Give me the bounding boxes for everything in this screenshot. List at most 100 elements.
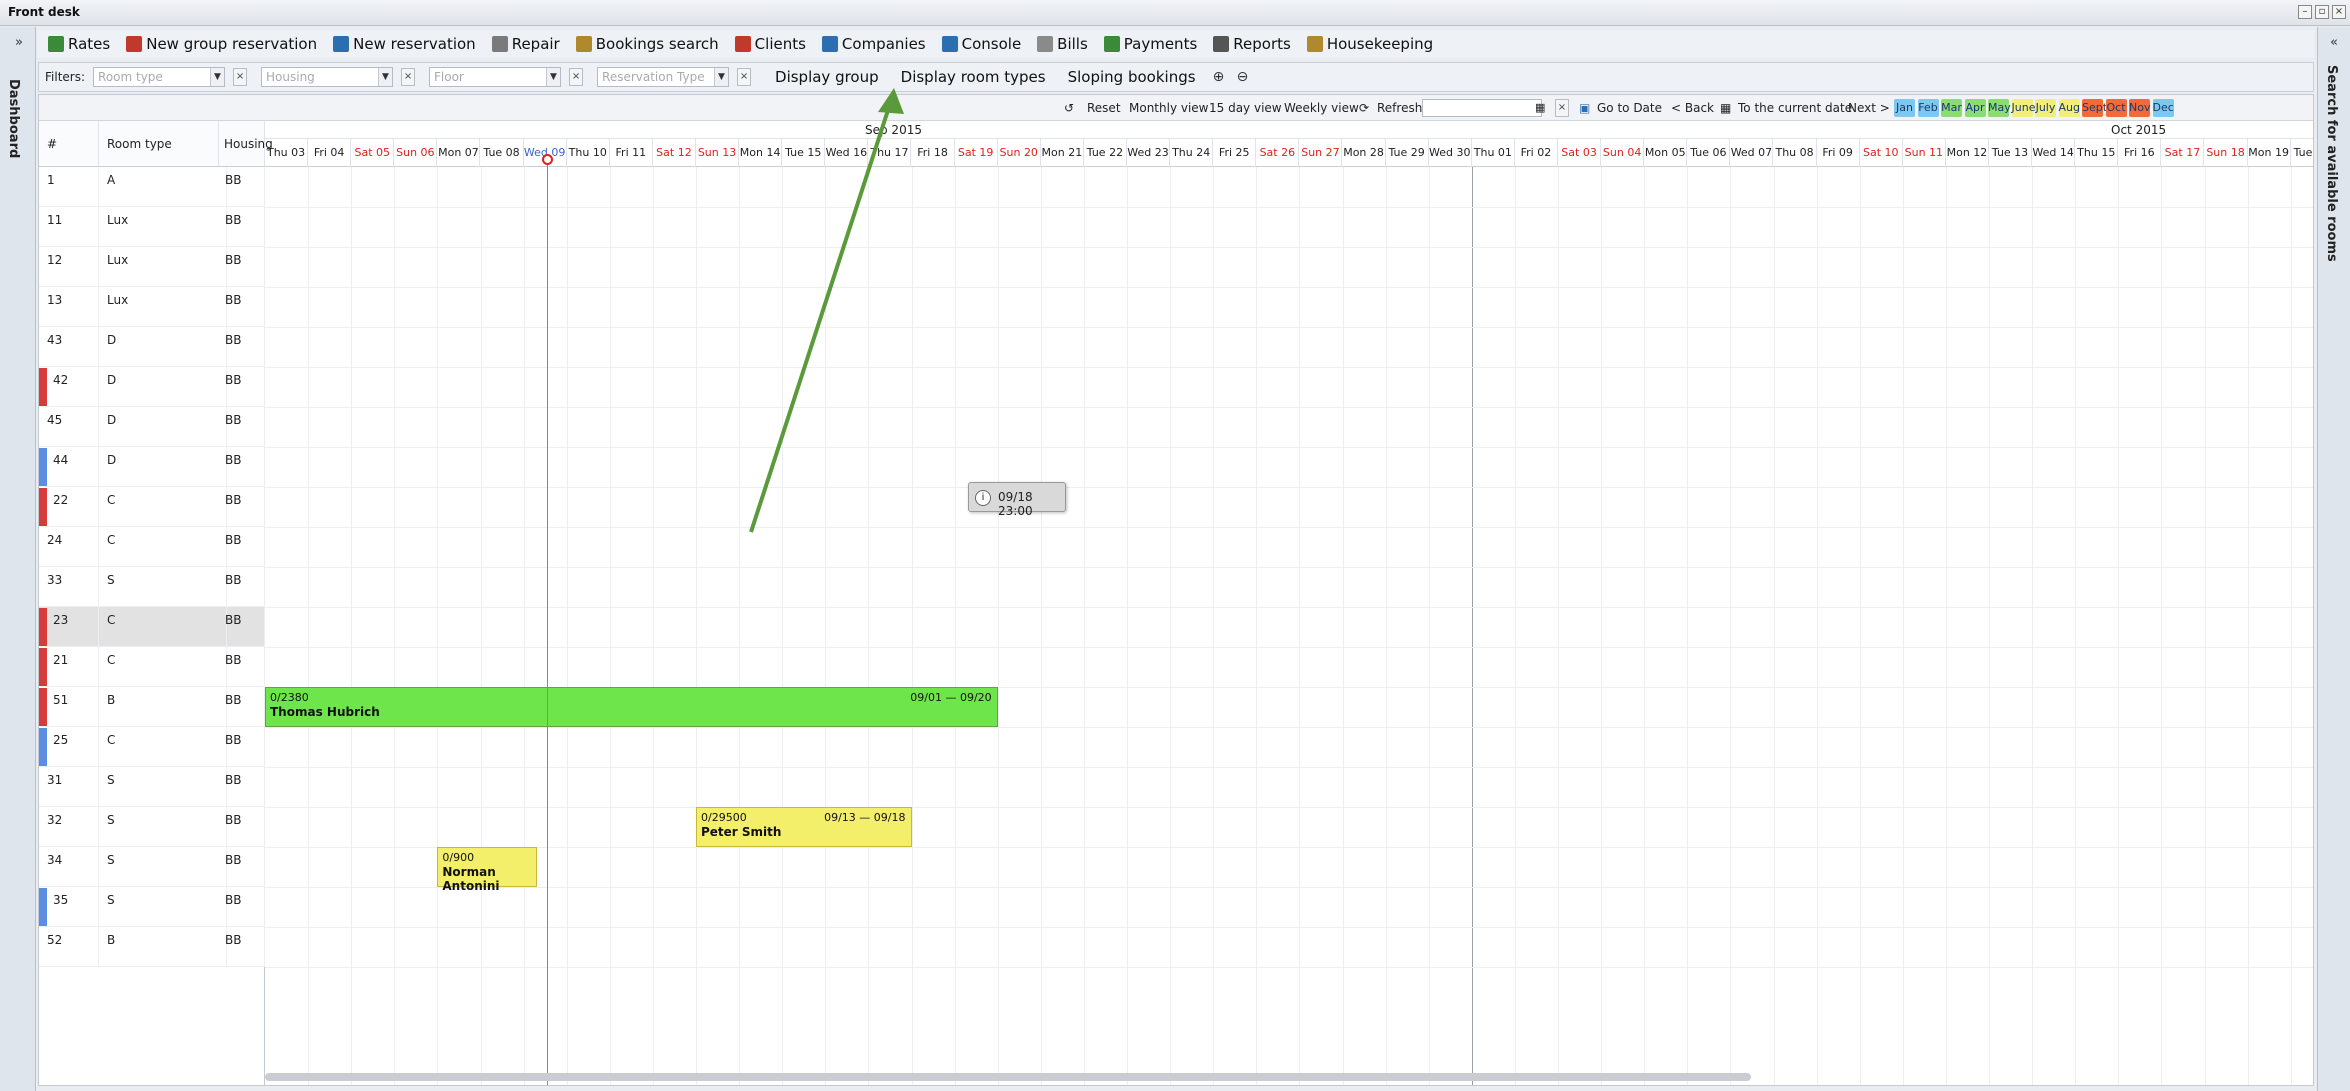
monthly-view-button[interactable]: Monthly view — [1129, 99, 1209, 117]
room-row[interactable]: 21 C BB — [39, 647, 265, 687]
clear-housing-icon[interactable]: × — [401, 68, 416, 86]
month-button-may[interactable]: May — [1988, 99, 2011, 117]
chevron-down-icon[interactable]: ▼ — [714, 68, 729, 86]
tooltip-text: 09/18 23:00 — [998, 490, 1033, 518]
room-row[interactable]: 43 D BB — [39, 327, 265, 367]
room-row[interactable]: 13 Lux BB — [39, 287, 265, 327]
month-button-jan[interactable]: Jan — [1894, 99, 1915, 117]
refresh-icon[interactable]: ⟳ — [1359, 99, 1369, 117]
chevron-down-icon[interactable]: ▼ — [378, 68, 393, 86]
zoom-out-icon[interactable]: ⊖ — [1234, 68, 1252, 86]
clear-date-icon[interactable]: × — [1555, 99, 1569, 117]
grid-column-line — [1170, 167, 1172, 1085]
clear-reservation-type-icon[interactable]: × — [737, 68, 752, 86]
expand-icon[interactable]: « — [2326, 35, 2342, 51]
clear-floor-icon[interactable]: × — [569, 68, 584, 86]
month-button-nov[interactable]: Nov — [2129, 99, 2150, 117]
grid-row-line — [265, 887, 2313, 888]
month-button-mar[interactable]: Mar — [1941, 99, 1962, 117]
chevron-down-icon[interactable]: ▼ — [546, 68, 561, 86]
room-row[interactable]: 31 S BB — [39, 767, 265, 807]
menu-item-companies[interactable]: Companies — [816, 31, 932, 57]
weekly-view-button[interactable]: Weekly view — [1284, 99, 1359, 117]
expand-icon[interactable]: » — [11, 35, 27, 51]
room-row[interactable]: 44 D BB — [39, 447, 265, 487]
search-rooms-rail[interactable]: « Search for available rooms — [2317, 27, 2350, 1091]
floor-select[interactable]: Floor ▼ — [429, 67, 562, 87]
menu-item-clients[interactable]: Clients — [729, 31, 812, 57]
menu-item-housekeeping[interactable]: Housekeeping — [1301, 31, 1439, 57]
menu-item-new-reservation[interactable]: New reservation — [327, 31, 482, 57]
month-button-sept[interactable]: Sept — [2082, 99, 2107, 117]
room-row[interactable]: 35 S BB — [39, 887, 265, 927]
go-to-date-button[interactable]: Go to Date — [1597, 99, 1662, 117]
room-row[interactable]: 25 C BB — [39, 727, 265, 767]
pen-icon — [333, 36, 350, 52]
refresh-button[interactable]: Refresh — [1377, 99, 1422, 117]
menu-item-new-group-reservation[interactable]: New group reservation — [120, 31, 323, 57]
room-type-select[interactable]: Room type ▼ — [93, 67, 226, 87]
grid-column-line — [1471, 167, 1473, 1085]
room-row[interactable]: 51 B BB — [39, 687, 265, 727]
next-button[interactable]: Next > — [1848, 99, 1890, 117]
menu-item-console[interactable]: Console — [936, 31, 1028, 57]
room-row[interactable]: 33 S BB — [39, 567, 265, 607]
booking-bar[interactable]: 0/900 Norman Antonini — [437, 847, 537, 893]
room-row[interactable]: 11 Lux BB — [39, 207, 265, 247]
go-to-date-icon[interactable]: ▣ — [1579, 99, 1590, 117]
current-time-line — [547, 161, 548, 1085]
booking-bar[interactable]: 0/2380 Thomas Hubrich 09/01 — 09/20 — [265, 687, 998, 727]
room-row[interactable]: 22 C BB — [39, 487, 265, 527]
month-button-dec[interactable]: Dec — [2152, 99, 2174, 117]
month-button-july[interactable]: July — [2035, 99, 2056, 117]
document-icon — [1037, 36, 1054, 52]
back-button[interactable]: < Back — [1671, 99, 1714, 117]
room-row[interactable]: 42 D BB — [39, 367, 265, 407]
month-button-aug[interactable]: Aug — [2058, 99, 2080, 117]
reset-icon[interactable]: ↺ — [1064, 99, 1074, 117]
calendar-icon[interactable]: ▦ — [1535, 99, 1545, 117]
month-button-feb[interactable]: Feb — [1917, 99, 1939, 117]
day15-view-button[interactable]: 15 day view — [1209, 99, 1282, 117]
day-header-cell: Sun 06 — [394, 139, 438, 167]
menu-item-repair[interactable]: Repair — [486, 31, 566, 57]
room-row[interactable]: 23 C BB — [39, 607, 265, 647]
sloping-bookings-button[interactable]: Sloping bookings — [1060, 68, 1204, 86]
current-date-icon[interactable]: ▦ — [1720, 99, 1731, 117]
minimize-button[interactable]: – — [2298, 5, 2312, 19]
room-type: C — [107, 527, 227, 567]
date-input[interactable] — [1422, 99, 1542, 117]
display-room-types-button[interactable]: Display room types — [893, 68, 1054, 86]
month-button-apr[interactable]: Apr — [1964, 99, 1986, 117]
room-row[interactable]: 34 S BB — [39, 847, 265, 887]
room-row[interactable]: 12 Lux BB — [39, 247, 265, 287]
room-row[interactable]: 52 B BB — [39, 927, 265, 967]
booking-bar[interactable]: 0/29500 Peter Smith 09/13 — 09/18 — [696, 807, 912, 847]
menu-item-rates[interactable]: Rates — [42, 31, 116, 57]
close-button[interactable]: × — [2332, 5, 2346, 19]
dashboard-rail[interactable]: » Dashboard — [0, 27, 36, 1091]
menu-item-bills[interactable]: Bills — [1031, 31, 1094, 57]
maximize-button[interactable]: ▫ — [2315, 5, 2329, 19]
zoom-in-icon[interactable]: ⊕ — [1210, 68, 1228, 86]
reservation-type-select[interactable]: Reservation Type ▼ — [597, 67, 730, 87]
chevron-down-icon[interactable]: ▼ — [210, 68, 225, 86]
menu-item-payments[interactable]: Payments — [1098, 31, 1203, 57]
room-row[interactable]: 1 A BB — [39, 167, 265, 207]
room-row[interactable]: 24 C BB — [39, 527, 265, 567]
filters-label: Filters: — [45, 70, 86, 84]
room-row[interactable]: 45 D BB — [39, 407, 265, 447]
booking-timeline[interactable]: Sep 2015 Oct 2015 Thu 03 Fri 04 Sat 05 Sun … — [265, 121, 2313, 1085]
menu-item-reports[interactable]: Reports — [1207, 31, 1297, 57]
housing-select[interactable]: Housing ▼ — [261, 67, 394, 87]
reset-button[interactable]: Reset — [1087, 99, 1121, 117]
display-group-button[interactable]: Display group — [767, 68, 887, 86]
room-type: C — [107, 607, 227, 647]
month-button-oct[interactable]: Oct — [2105, 99, 2127, 117]
month-button-june[interactable]: June — [2011, 99, 2035, 117]
menu-item-bookings-search[interactable]: Bookings search — [570, 31, 725, 57]
clear-room-type-icon[interactable]: × — [233, 68, 248, 86]
room-row[interactable]: 32 S BB — [39, 807, 265, 847]
current-date-button[interactable]: To the current date — [1738, 99, 1852, 117]
horizontal-scrollbar[interactable] — [265, 1073, 1751, 1081]
